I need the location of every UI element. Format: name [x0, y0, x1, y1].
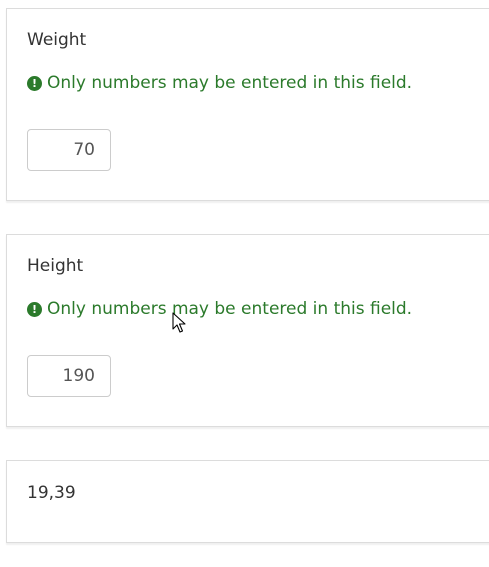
height-input[interactable]	[27, 355, 111, 397]
question-title-height: Height	[27, 256, 84, 276]
tip-text: Only numbers may be entered in this fiel…	[47, 73, 413, 93]
exclamation-circle-icon: !	[27, 76, 42, 91]
question-title-weight: Weight	[27, 30, 87, 50]
question-tip-weight: ! Only numbers may be entered in this fie…	[27, 71, 412, 95]
weight-input[interactable]	[27, 129, 111, 171]
exclamation-circle-icon: !	[27, 302, 42, 317]
question-height: Height ! Only numbers may be entered in t…	[6, 234, 489, 427]
question-result: 19,39	[6, 460, 489, 543]
result-value: 19,39	[27, 483, 76, 503]
question-weight: Weight ! Only numbers may be entered in t…	[6, 8, 489, 201]
tip-text: Only numbers may be entered in this fiel…	[47, 299, 413, 319]
question-tip-height: ! Only numbers may be entered in this fie…	[27, 297, 412, 321]
